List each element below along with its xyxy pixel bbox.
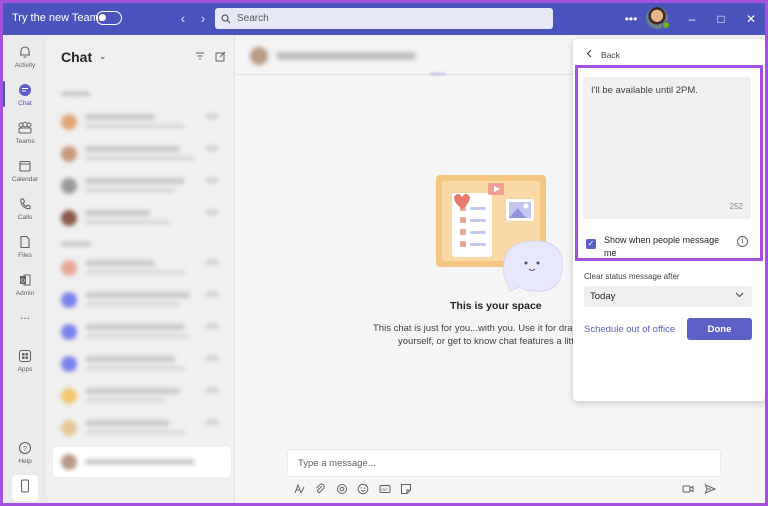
forward-arrow-icon[interactable]: ›: [196, 10, 210, 26]
chat-list-item-selected[interactable]: [53, 447, 231, 477]
space-title: This is your space: [450, 300, 542, 312]
clear-after-dropdown[interactable]: Today: [584, 286, 752, 307]
rail-item-chat[interactable]: Chat: [3, 75, 47, 113]
space-description-line2: yourself, or get to know chat features a…: [398, 336, 578, 347]
help-icon: ?: [16, 440, 34, 456]
rail-item-calendar[interactable]: Calendar: [3, 151, 47, 189]
calendar-icon: [16, 158, 34, 174]
rail-label-files: Files: [18, 251, 32, 259]
chat-list-item-content: [61, 451, 225, 473]
schedule-out-of-office-link[interactable]: Schedule out of office: [584, 324, 675, 335]
app-rail: Activity Chat Teams Calendar Calls Files…: [3, 35, 47, 503]
rail-label-apps: Apps: [17, 365, 33, 373]
rail-label-teams: Teams: [15, 137, 35, 145]
chat-list-item[interactable]: [61, 143, 225, 165]
rail-label-calendar: Calendar: [11, 175, 39, 183]
teams-icon: [16, 120, 34, 136]
back-button[interactable]: Back: [586, 49, 620, 60]
mobile-phone-icon: [20, 479, 30, 498]
mobile-device-button[interactable]: [12, 475, 38, 501]
format-icon[interactable]: [292, 482, 306, 496]
rail-item-files[interactable]: Files: [3, 227, 47, 265]
empty-space-illustration: [436, 175, 563, 292]
space-description-line1: This chat is just for you...with you. Us…: [373, 323, 578, 334]
file-icon: [16, 234, 34, 250]
svg-text:GIF: GIF: [381, 487, 388, 492]
rail-item-calls[interactable]: Calls: [3, 189, 47, 227]
svg-text:O: O: [21, 278, 25, 284]
search-bar[interactable]: [215, 8, 553, 29]
chat-list-item[interactable]: [61, 385, 225, 407]
chat-list-item[interactable]: [61, 207, 225, 229]
emoji-icon[interactable]: [356, 482, 370, 496]
message-compose-box[interactable]: [287, 449, 721, 477]
rail-label-help: Help: [18, 457, 32, 465]
chat-list-item[interactable]: [61, 417, 225, 439]
highlight-box: [575, 65, 763, 261]
chat-list-item[interactable]: [61, 321, 225, 343]
section-header-blurred: [61, 241, 91, 247]
chat-list-item[interactable]: [61, 353, 225, 375]
chevron-down-icon: [735, 290, 744, 300]
clear-status-label: Clear status message after: [584, 272, 680, 281]
rail-item-help[interactable]: ? Help: [3, 433, 47, 471]
rail-label-chat: Chat: [18, 99, 32, 107]
toggle-knob: [99, 14, 106, 21]
svg-text:?: ?: [23, 446, 27, 453]
search-input[interactable]: [237, 13, 537, 24]
status-message-popup: Back I'll be available until 2PM. 252 ✓ …: [573, 39, 765, 401]
back-label: Back: [601, 49, 620, 60]
new-chat-icon[interactable]: [214, 51, 226, 63]
minimize-icon[interactable]: –: [683, 10, 701, 28]
loop-icon[interactable]: [335, 482, 349, 496]
rail-item-teams[interactable]: Teams: [3, 113, 47, 151]
chevron-down-icon[interactable]: ⌄: [99, 51, 107, 62]
rail-label-calls: Calls: [17, 213, 33, 221]
teams-window: Try the new Teams ‹ › ••• – □ ✕ Activity: [3, 3, 765, 503]
send-icon[interactable]: [703, 482, 717, 496]
chat-list-item[interactable]: [61, 175, 225, 197]
search-icon: [215, 13, 237, 24]
try-new-teams-label: Try the new Teams: [12, 12, 105, 24]
rail-label-admin: Admin: [15, 289, 35, 297]
office-icon: O: [16, 272, 34, 288]
apps-icon: [16, 348, 34, 364]
more-options-icon[interactable]: •••: [622, 10, 640, 28]
chat-list-title: Chat: [61, 49, 93, 65]
rail-item-admin[interactable]: O Admin: [3, 265, 47, 303]
chat-list-item[interactable]: [61, 111, 225, 133]
more-apps-button[interactable]: ...: [3, 303, 47, 327]
title-bar: Try the new Teams ‹ › ••• – □ ✕: [3, 3, 765, 35]
chevron-left-icon: [586, 49, 593, 60]
section-header-blurred: [61, 91, 91, 97]
clear-after-value: Today: [590, 291, 616, 302]
chat-icon: [16, 82, 34, 98]
bell-icon: [16, 44, 34, 60]
sticker-icon[interactable]: [399, 482, 413, 496]
more-apps-ellipsis: ...: [19, 308, 30, 322]
presence-available-icon: [662, 21, 670, 29]
chat-list-item[interactable]: [61, 257, 225, 279]
rail-item-activity[interactable]: Activity: [3, 37, 47, 75]
filter-icon[interactable]: [194, 51, 206, 63]
chat-list-item[interactable]: [61, 289, 225, 311]
video-clip-icon[interactable]: [681, 482, 695, 496]
close-icon[interactable]: ✕: [742, 10, 760, 28]
message-input[interactable]: [298, 458, 698, 469]
chat-tab-indicator: [430, 73, 446, 75]
gif-icon[interactable]: GIF: [378, 482, 392, 496]
new-teams-toggle[interactable]: [96, 11, 122, 25]
back-arrow-icon[interactable]: ‹: [176, 10, 190, 26]
maximize-icon[interactable]: □: [712, 10, 730, 28]
rail-item-apps[interactable]: Apps: [3, 341, 47, 379]
phone-icon: [16, 196, 34, 212]
chat-header-name-blurred: [250, 47, 416, 65]
done-button[interactable]: Done: [687, 318, 752, 340]
chat-list-pane: Chat ⌄: [47, 35, 235, 503]
rail-label-activity: Activity: [14, 61, 36, 69]
attach-icon[interactable]: [313, 482, 327, 496]
